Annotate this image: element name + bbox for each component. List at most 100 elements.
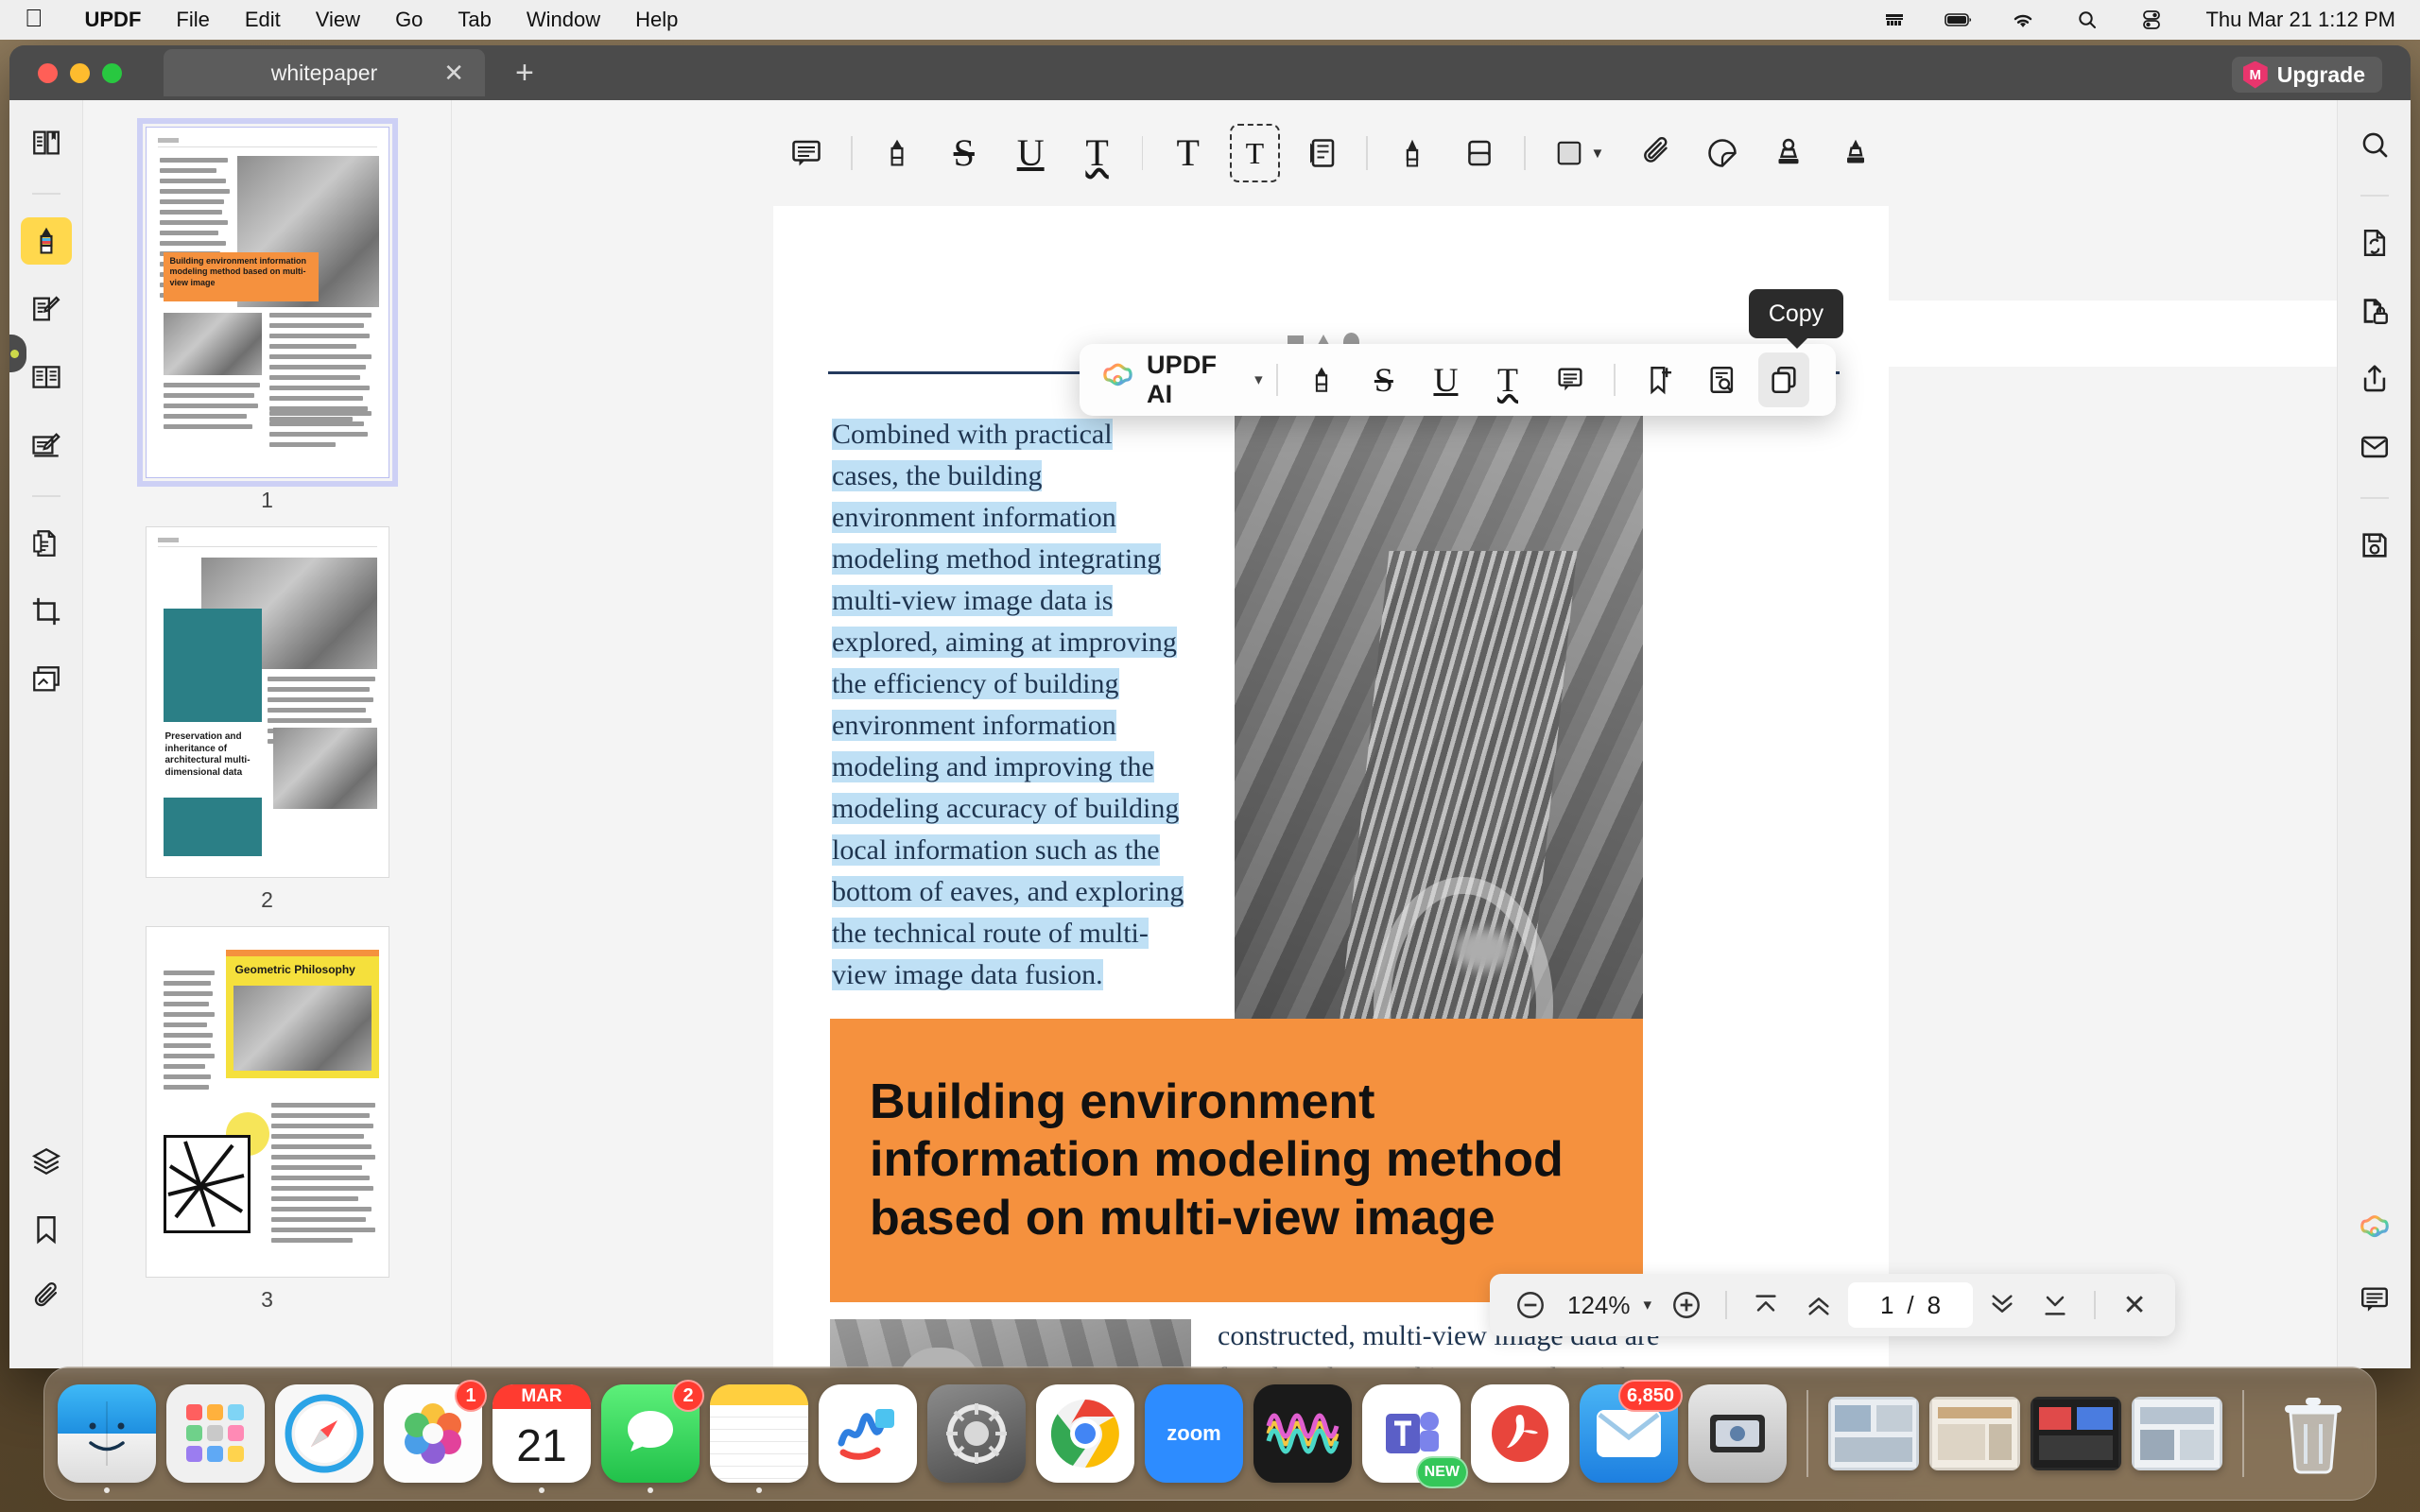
menu-item-view[interactable]: View: [316, 8, 360, 32]
right-item-search[interactable]: [2349, 121, 2400, 168]
float-tool-underline[interactable]: U: [1421, 352, 1472, 407]
dock-recent-window-1[interactable]: [1828, 1397, 1919, 1470]
float-tool-copy[interactable]: [1758, 352, 1809, 407]
float-tool-comment[interactable]: [1545, 352, 1596, 407]
dock-app-system-settings[interactable]: [927, 1384, 1026, 1483]
sidebar-item-organize-pages[interactable]: [21, 353, 72, 401]
dock-app-messages[interactable]: 2: [601, 1380, 704, 1493]
tool-strikethrough[interactable]: S: [940, 124, 989, 182]
tool-eraser[interactable]: [1454, 124, 1503, 182]
next-page-button[interactable]: [1979, 1281, 2026, 1329]
dock-app-calendar[interactable]: MAR 21: [493, 1384, 591, 1493]
dock-app-freeform[interactable]: [819, 1384, 917, 1483]
maximize-window-button[interactable]: [102, 62, 122, 83]
macos-dock[interactable]: 1 MAR 21 2 zoom NEW 6,850: [43, 1366, 2377, 1501]
sidebar-item-layers[interactable]: [21, 1138, 72, 1185]
dock-app-updf[interactable]: [1688, 1384, 1787, 1483]
float-tool-add-bookmark[interactable]: [1634, 352, 1685, 407]
float-tool-search-selection[interactable]: [1697, 352, 1748, 407]
right-item-email[interactable]: [2349, 423, 2400, 471]
close-tab-icon[interactable]: ✕: [443, 59, 464, 88]
page-navigation-toolbar[interactable]: 124% ▾ 1 / 8 ✕: [1490, 1274, 2176, 1336]
pdf-page[interactable]: 12 Combined with practical cases, the bu…: [773, 100, 1889, 1368]
menu-bar-clock[interactable]: Thu Mar 21 1:12 PM: [2205, 8, 2395, 32]
tool-sticky-note[interactable]: [1297, 124, 1346, 182]
tool-highlight[interactable]: [873, 124, 922, 182]
tool-text-box[interactable]: T: [1229, 124, 1280, 182]
tool-pencil[interactable]: [1388, 124, 1437, 182]
spotlight-search-icon[interactable]: [2073, 9, 2101, 31]
dock-app-microsoft-teams[interactable]: NEW: [1362, 1384, 1468, 1488]
menu-item-help[interactable]: Help: [635, 8, 678, 32]
right-item-comments-panel[interactable]: [2349, 1276, 2400, 1323]
float-tool-highlight[interactable]: [1297, 352, 1348, 407]
sidebar-item-edit-pdf[interactable]: [21, 285, 72, 333]
tool-underline[interactable]: U: [1006, 124, 1055, 182]
chevron-down-icon[interactable]: ▾: [1254, 370, 1263, 389]
apple-logo-icon[interactable]: : [25, 4, 43, 33]
tab-whitepaper[interactable]: whitepaper ✕: [164, 49, 485, 96]
tool-text[interactable]: T: [1163, 124, 1212, 182]
previous-page-button[interactable]: [1795, 1281, 1842, 1329]
sidebar-item-attachments[interactable]: [21, 1274, 72, 1321]
sidebar-item-ocr-document[interactable]: [21, 656, 72, 703]
tool-sticker[interactable]: [1698, 124, 1747, 182]
last-page-button[interactable]: [2031, 1281, 2079, 1329]
right-item-share[interactable]: [2349, 355, 2400, 403]
right-item-convert[interactable]: [2349, 219, 2400, 266]
dock-trash[interactable]: [2264, 1384, 2362, 1483]
wifi-icon[interactable]: [2009, 9, 2037, 31]
dock-app-zoom[interactable]: zoom: [1145, 1384, 1243, 1483]
thumbnail-page-3[interactable]: Geometric Philosophy: [145, 926, 389, 1278]
tool-stamp[interactable]: [1764, 124, 1813, 182]
sidebar-item-bookmarks[interactable]: [21, 1206, 72, 1253]
dock-app-launchpad[interactable]: [166, 1384, 265, 1483]
tool-comment[interactable]: [782, 124, 831, 182]
right-item-save[interactable]: [2349, 522, 2400, 569]
menu-item-window[interactable]: Window: [527, 8, 600, 32]
battery-icon[interactable]: [1945, 9, 1973, 31]
dock-app-chrome[interactable]: [1036, 1384, 1134, 1483]
document-viewer[interactable]: 12 Combined with practical cases, the bu…: [452, 100, 2337, 1368]
right-item-protect[interactable]: [2349, 287, 2400, 335]
thumbnail-item[interactable]: Preservation and inheritance of architec…: [83, 526, 451, 913]
tool-shapes[interactable]: ▼: [1546, 124, 1615, 182]
sidebar-item-form-fill[interactable]: [21, 421, 72, 469]
tool-squiggly[interactable]: T: [1072, 124, 1121, 182]
thumbnail-page-1[interactable]: Building environment information modelin…: [136, 118, 398, 487]
sidebar-item-crop-page[interactable]: [21, 588, 72, 635]
menu-item-go[interactable]: Go: [395, 8, 423, 32]
updf-ai-label[interactable]: UPDF AI: [1147, 351, 1241, 409]
sidebar-item-convert-pdf[interactable]: [21, 520, 72, 567]
float-tool-squiggly[interactable]: T: [1482, 352, 1533, 407]
dock-app-finder[interactable]: [58, 1384, 156, 1493]
dock-recent-window-3[interactable]: [2031, 1397, 2121, 1470]
screen-mirroring-icon[interactable]: [1880, 9, 1909, 31]
tool-attach-file[interactable]: [1631, 124, 1680, 182]
dock-app-audio-editor[interactable]: [1253, 1384, 1352, 1483]
thumbnail-item[interactable]: Geometric Philosophy 3: [83, 926, 451, 1313]
thumbnail-page-2[interactable]: Preservation and inheritance of architec…: [145, 526, 389, 878]
new-tab-button[interactable]: +: [515, 55, 534, 92]
zoom-in-button[interactable]: [1663, 1281, 1710, 1329]
zoom-out-button[interactable]: [1507, 1281, 1554, 1329]
control-center-icon[interactable]: [2137, 9, 2166, 31]
upgrade-button[interactable]: M Upgrade: [2231, 57, 2382, 93]
dock-app-safari[interactable]: [275, 1384, 373, 1483]
close-toolbar-button[interactable]: ✕: [2111, 1281, 2158, 1329]
dock-app-adobe-acrobat[interactable]: [1471, 1384, 1569, 1483]
menu-item-edit[interactable]: Edit: [245, 8, 281, 32]
thumbnail-item[interactable]: Building environment information modelin…: [83, 118, 451, 513]
dock-app-photos[interactable]: 1: [384, 1380, 487, 1483]
float-tool-strikethrough[interactable]: S: [1358, 352, 1409, 407]
selected-paragraph[interactable]: Combined with practical cases, the build…: [832, 414, 1210, 996]
menu-item-tab[interactable]: Tab: [458, 8, 491, 32]
sidebar-item-annotate-highlight[interactable]: [20, 217, 72, 265]
tool-signature[interactable]: [1831, 124, 1880, 182]
annotation-toolbar[interactable]: S U T T T ▼: [773, 100, 1889, 206]
first-page-button[interactable]: [1742, 1281, 1789, 1329]
zoom-dropdown-chevron-icon[interactable]: ▾: [1644, 1296, 1652, 1314]
menu-item-file[interactable]: File: [176, 8, 209, 32]
minimize-window-button[interactable]: [70, 62, 90, 83]
page-number-input[interactable]: 1 / 8: [1848, 1282, 1974, 1328]
